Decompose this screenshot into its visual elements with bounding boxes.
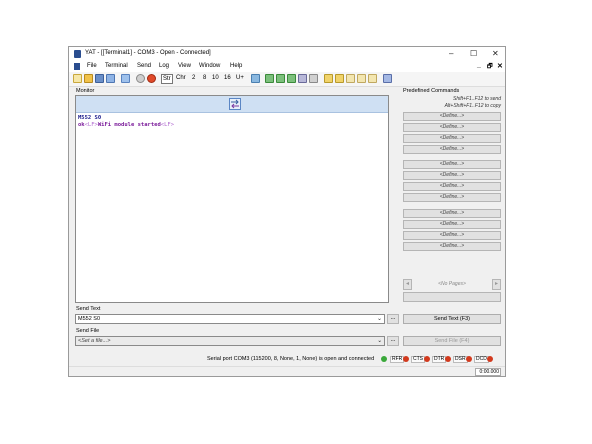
mdi-close-button[interactable]: ✕ <box>497 62 503 70</box>
direction-swap-icon[interactable] <box>229 98 241 110</box>
log-off-icon[interactable] <box>346 74 355 83</box>
send-text-button[interactable]: Send Text (F3) <box>403 314 501 324</box>
rfr-led-icon <box>403 356 409 362</box>
next-page-button[interactable]: ▸ <box>492 279 501 290</box>
menu-log[interactable]: Log <box>159 63 169 69</box>
connected-led-icon <box>381 356 387 362</box>
find-icon[interactable] <box>368 74 377 83</box>
minimize-button[interactable]: – <box>449 49 453 58</box>
radix-bin-button[interactable]: 2 <box>192 75 195 81</box>
show-radix-icon[interactable] <box>251 74 260 83</box>
menu-file[interactable]: File <box>87 63 97 69</box>
define-button[interactable]: <Define...> <box>403 171 501 180</box>
copy-hint: Alt+Shift+F1..F12 to copy <box>444 103 501 109</box>
monitor-line-rx: ok<LF>WiFi module started<LF> <box>78 122 174 128</box>
send-file-combo[interactable]: <Set a file...> ⌄ <box>75 336 385 346</box>
define-button[interactable]: <Define...> <box>403 242 501 251</box>
send-text-browse-button[interactable]: ... <box>387 314 399 324</box>
panel-icon[interactable] <box>265 74 274 83</box>
toolbar: Str Chr 2 8 10 16 U+ <box>69 72 505 87</box>
chevron-down-icon[interactable]: ⌄ <box>377 337 382 345</box>
save-icon[interactable] <box>95 74 104 83</box>
signal-cts-label: CTS <box>411 356 425 363</box>
menu-view[interactable]: View <box>178 63 191 69</box>
mdi-minimize-button[interactable]: _ <box>477 62 481 69</box>
define-button[interactable]: <Define...> <box>403 209 501 218</box>
send-hint: Shift+F1..F12 to send <box>453 96 501 102</box>
rx-text: ok <box>78 122 85 128</box>
app-icon <box>74 50 81 58</box>
menu-send[interactable]: Send <box>137 63 151 69</box>
define-button[interactable]: <Define...> <box>403 145 501 154</box>
status-bar: Serial port COM3 (115200, 8, None, 1, No… <box>69 353 505 365</box>
lf-control: <LF> <box>84 122 98 128</box>
open-icon[interactable] <box>84 74 93 83</box>
predefined-label: Predefined Commands <box>403 88 460 94</box>
pages-label: <No Pages> <box>438 281 466 287</box>
monitor-line-tx: M552 S0 <box>78 115 102 121</box>
define-button[interactable]: <Define...> <box>403 193 501 202</box>
define-button[interactable]: <Define...> <box>403 160 501 169</box>
radix-dec-button[interactable]: 10 <box>212 75 219 81</box>
send-text-combo[interactable]: M552 S0 ⌄ <box>75 314 385 324</box>
chevron-down-icon[interactable]: ⌄ <box>377 315 382 323</box>
monitor-header <box>76 96 388 113</box>
define-button[interactable]: <Define...> <box>403 220 501 229</box>
monitor-label: Monitor <box>76 88 95 94</box>
save-all-icon[interactable] <box>106 74 115 83</box>
dtr-led-icon <box>445 356 451 362</box>
close-port-icon[interactable] <box>147 74 156 83</box>
send-text-label: Send Text <box>76 306 101 312</box>
pages-navigator: ◂ <No Pages> ▸ <box>403 279 501 290</box>
send-file-button[interactable]: Send File (F4) <box>403 336 501 346</box>
send-text-value: M552 S0 <box>78 316 101 322</box>
dcd-led-icon <box>487 356 493 362</box>
format-icon[interactable] <box>383 74 392 83</box>
new-icon[interactable] <box>73 74 82 83</box>
log-on-icon[interactable] <box>335 74 344 83</box>
define-button[interactable]: <Define...> <box>403 123 501 132</box>
radix-hex-button[interactable]: 16 <box>224 75 231 81</box>
time-bar: 0:00.000 <box>69 366 505 378</box>
title-bar: YAT - [[Terminal1] - COM3 - Open - Conne… <box>69 47 505 61</box>
panel-icon[interactable] <box>287 74 296 83</box>
radix-char-button[interactable]: Chr <box>176 75 186 81</box>
define-button[interactable]: <Define...> <box>403 112 501 121</box>
clear-icon[interactable] <box>298 74 307 83</box>
open-port-icon[interactable] <box>136 74 145 83</box>
send-file-value: <Set a file...> <box>78 338 111 344</box>
cts-led-icon <box>424 356 430 362</box>
port-status-text: Serial port COM3 (115200, 8, None, 1, No… <box>207 356 375 362</box>
menu-bar: File Terminal Send Log View Window Help … <box>69 61 505 72</box>
yat-window: YAT - [[Terminal1] - COM3 - Open - Conne… <box>68 46 506 377</box>
define-button[interactable]: <Define...> <box>403 231 501 240</box>
window-title: YAT - [[Terminal1] - COM3 - Open - Conne… <box>85 50 211 56</box>
radix-unicode-button[interactable]: U+ <box>236 75 244 81</box>
connect-time: 0:00.000 <box>475 368 501 376</box>
radix-oct-button[interactable]: 8 <box>203 75 206 81</box>
terminal-settings-icon[interactable] <box>121 74 130 83</box>
menu-help[interactable]: Help <box>230 63 242 69</box>
menu-terminal[interactable]: Terminal <box>105 63 128 69</box>
page-select[interactable] <box>403 292 501 302</box>
terminal-doc-icon <box>74 63 80 70</box>
mdi-restore-button[interactable]: 🗗 <box>487 62 493 72</box>
rx-text: WiFi module started <box>97 122 161 128</box>
panel-icon[interactable] <box>276 74 285 83</box>
log-icon[interactable] <box>324 74 333 83</box>
close-button[interactable]: ✕ <box>492 49 499 58</box>
lf-control: <LF> <box>160 122 175 128</box>
previous-page-button[interactable]: ◂ <box>403 279 412 290</box>
monitor-panel[interactable]: M552 S0 ok<LF>WiFi module started<LF> <box>75 95 389 303</box>
send-file-label: Send File <box>76 328 100 334</box>
define-button[interactable]: <Define...> <box>403 134 501 143</box>
menu-window[interactable]: Window <box>199 63 220 69</box>
radix-string-button[interactable]: Str <box>161 74 173 84</box>
maximize-button[interactable]: ☐ <box>470 49 477 58</box>
log-open-icon[interactable] <box>357 74 366 83</box>
define-button[interactable]: <Define...> <box>403 182 501 191</box>
print-icon[interactable] <box>309 74 318 83</box>
dsr-led-icon <box>466 356 472 362</box>
send-file-browse-button[interactable]: ... <box>387 336 399 346</box>
